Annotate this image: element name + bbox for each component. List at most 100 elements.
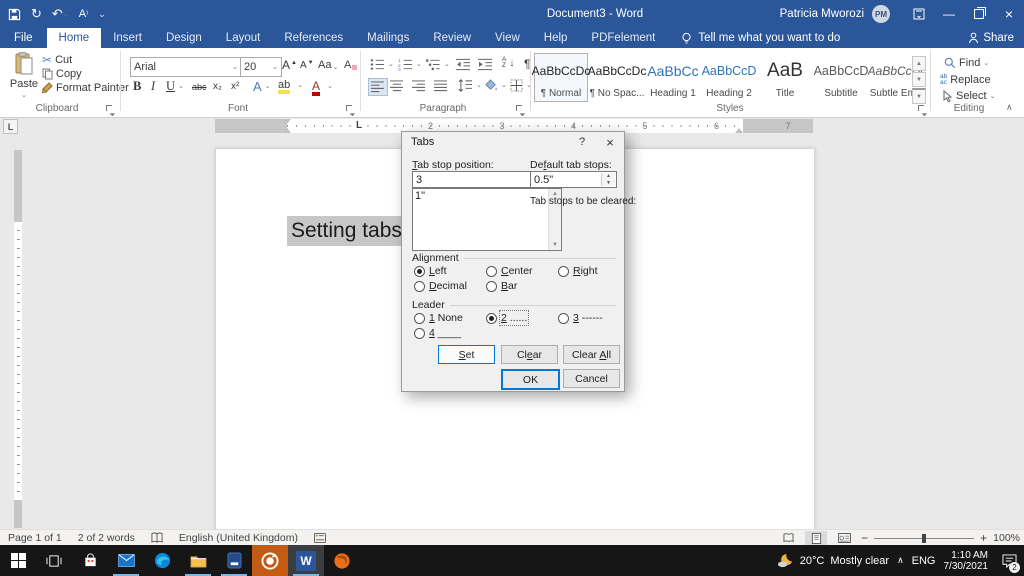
alignment-decimal-radio[interactable]: Decimal — [414, 280, 467, 292]
language-button[interactable]: ENG — [912, 555, 936, 567]
text-effects-button[interactable]: A⌄ — [253, 79, 271, 94]
tab-home[interactable]: Home — [47, 28, 102, 48]
action-center-button[interactable]: 2 — [996, 545, 1022, 576]
superscript-button[interactable]: x² — [231, 81, 239, 92]
tab-file[interactable]: File — [0, 28, 47, 48]
tab-design[interactable]: Design — [154, 28, 214, 48]
replace-button[interactable]: abac Replace — [940, 74, 991, 86]
chevron-down-icon[interactable]: ⌄ — [272, 64, 278, 71]
clear-formatting-button[interactable]: A — [344, 59, 357, 71]
style-heading-2[interactable]: AaBbCcDHeading 2 — [702, 53, 756, 102]
decrease-indent-button[interactable] — [456, 58, 471, 71]
numbering-button[interactable]: 123 ⌄ — [398, 58, 422, 71]
font-dialog-launcher-icon[interactable] — [346, 105, 355, 114]
font-color-button[interactable]: A⌄ — [312, 79, 333, 93]
selected-document-text[interactable]: Setting tabs — [287, 216, 407, 246]
save-icon[interactable] — [8, 4, 21, 24]
leader-dots-radio[interactable]: 2 ...... — [486, 312, 527, 324]
align-right-button[interactable] — [412, 80, 426, 92]
keyboard-layout-icon[interactable] — [306, 530, 334, 546]
clipboard-dialog-launcher-icon[interactable] — [106, 105, 115, 114]
styles-dialog-launcher-icon[interactable] — [918, 105, 927, 114]
copy-button[interactable]: Copy — [42, 68, 82, 80]
read-aloud-icon[interactable]: A⁾ — [79, 4, 89, 24]
first-line-indent-marker[interactable] — [283, 119, 291, 124]
word-count[interactable]: 2 of 2 words — [70, 530, 143, 546]
borders-button[interactable]: ⌄ — [510, 79, 532, 92]
zoom-in-button[interactable]: + — [980, 531, 987, 545]
ribbon-display-options-icon[interactable] — [904, 0, 934, 28]
ok-button[interactable]: OK — [501, 369, 560, 390]
microsoft-store-button[interactable] — [72, 545, 108, 576]
clear-button[interactable]: Clear — [501, 345, 558, 364]
show-hidden-icons-button[interactable]: ∧ — [897, 555, 904, 566]
tab-mailings[interactable]: Mailings — [355, 28, 421, 48]
default-tab-stops-spinner[interactable]: ▲ ▼ — [601, 173, 615, 186]
strikethrough-button[interactable]: abc — [192, 82, 207, 92]
tab-stop-list-item[interactable]: 1" — [415, 190, 425, 202]
align-left-button[interactable] — [368, 78, 388, 96]
change-case-button[interactable]: Aa⌄ — [318, 59, 338, 71]
dialog-close-button[interactable]: × — [596, 132, 624, 152]
tab-view[interactable]: View — [483, 28, 532, 48]
chevron-down-icon[interactable]: ⌄ — [63, 11, 69, 18]
highlight-color-button[interactable]: ab⌄ — [278, 79, 303, 91]
paste-button[interactable]: Paste ⌄ — [8, 52, 40, 100]
cut-button[interactable]: ✂ Cut — [42, 54, 72, 66]
firefox-button[interactable] — [324, 545, 360, 576]
proofing-errors-icon[interactable] — [143, 530, 171, 546]
zoom-out-button[interactable]: − — [861, 531, 868, 545]
format-painter-button[interactable]: Format Painter — [42, 82, 129, 94]
alignment-left-radio[interactable]: Left — [414, 265, 447, 277]
tell-me-box[interactable]: Tell me what you want to do — [681, 28, 840, 48]
zoom-percentage[interactable]: 100% — [993, 532, 1020, 544]
italic-button[interactable]: I — [151, 80, 155, 93]
underline-button[interactable]: U⌄ — [166, 80, 184, 93]
start-button[interactable] — [0, 545, 36, 576]
collapse-ribbon-icon[interactable]: ∧ — [1006, 102, 1013, 113]
cancel-button[interactable]: Cancel — [563, 369, 620, 388]
blue-app-button[interactable] — [216, 545, 252, 576]
tab-selector-button[interactable]: L — [3, 119, 18, 134]
chevron-down-icon[interactable]: ⌄ — [232, 64, 238, 71]
restore-button[interactable] — [964, 0, 994, 28]
bold-button[interactable]: B — [133, 80, 141, 93]
alignment-bar-radio[interactable]: Bar — [486, 280, 517, 292]
web-layout-button[interactable] — [833, 531, 855, 546]
word-app-button[interactable]: W — [288, 545, 324, 576]
zoom-slider[interactable] — [874, 538, 974, 539]
undo-button[interactable]: ↶⌄ — [52, 4, 69, 24]
gallery-scroll-up-icon[interactable]: ▲ — [912, 56, 926, 71]
style--normal[interactable]: AaBbCcDc¶ Normal — [534, 53, 588, 102]
default-tab-stops-input[interactable]: 0.5" ▲ ▼ — [530, 171, 617, 188]
set-button[interactable]: Set — [438, 345, 495, 364]
scroll-down-icon[interactable]: ▼ — [552, 240, 558, 250]
share-button[interactable]: Share — [968, 28, 1014, 48]
tab-help[interactable]: Help — [532, 28, 580, 48]
edge-browser-button[interactable] — [144, 545, 180, 576]
language-indicator[interactable]: English (United Kingdom) — [171, 530, 306, 546]
shrink-font-button[interactable]: A▼ — [300, 60, 314, 71]
tab-layout[interactable]: Layout — [214, 28, 273, 48]
weather-widget[interactable]: 20°C Mostly clear — [777, 553, 889, 568]
alignment-center-radio[interactable]: Center — [486, 265, 533, 277]
tab-pdfelement[interactable]: PDFelement — [579, 28, 667, 48]
justify-button[interactable] — [434, 80, 448, 92]
grow-font-button[interactable]: A▲ — [282, 58, 297, 72]
style-subtitle[interactable]: AaBbCcDSubtitle — [814, 53, 868, 102]
hanging-indent-marker[interactable] — [283, 128, 291, 133]
shading-button[interactable]: ⌄ — [484, 79, 507, 92]
increase-indent-button[interactable] — [478, 58, 493, 71]
spin-down-icon[interactable]: ▼ — [602, 180, 615, 187]
subscript-button[interactable]: x₂ — [213, 81, 222, 92]
page-count[interactable]: Page 1 of 1 — [0, 530, 70, 546]
signed-in-user[interactable]: Patricia Mworozi — [780, 8, 864, 20]
style-heading-1[interactable]: AaBbCcHeading 1 — [646, 53, 700, 102]
style--no-spac-[interactable]: AaBbCcDc¶ No Spac... — [590, 53, 644, 102]
gallery-more-icon[interactable]: ▼ — [912, 88, 926, 104]
file-explorer-button[interactable] — [180, 545, 216, 576]
close-button[interactable]: × — [994, 0, 1024, 28]
avatar[interactable]: PM — [872, 5, 890, 23]
tab-references[interactable]: References — [272, 28, 355, 48]
tab-review[interactable]: Review — [421, 28, 483, 48]
